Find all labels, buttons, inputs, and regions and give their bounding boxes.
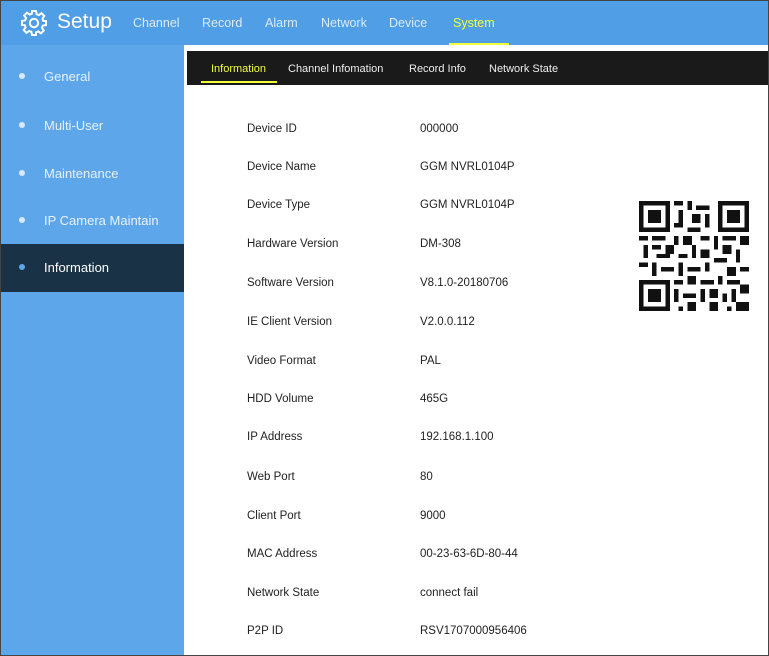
bullet-dot-icon [19,264,25,270]
info-row: Device Name GGM NVRL0104P [247,161,707,181]
info-label: Device Name [247,161,317,173]
info-label: Client Port [247,510,301,522]
info-row: IE Client Version V2.0.0.112 [247,316,707,336]
gear-icon [21,10,47,36]
info-row: Software Version V8.1.0-20180706 [247,277,707,297]
info-value: 000000 [420,123,459,135]
info-value: V2.0.0.112 [420,316,475,328]
sidebar-item-general[interactable]: General [1,53,184,101]
info-value: GGM NVRL0104P [420,161,515,173]
bullet-dot-icon [19,73,25,79]
info-row: MAC Address 00-23-63-6D-80-44 [247,548,707,568]
bullet-dot-icon [19,122,25,128]
tab-information[interactable]: Information [211,63,266,75]
info-label: Device Type [247,199,311,211]
sidebar-item-multi-user[interactable]: Multi-User [1,102,184,150]
info-row: Video Format PAL [247,355,707,375]
info-row: Web Port 80 [247,471,707,491]
info-value: DM-308 [420,238,461,250]
top-menu-bar: Setup Channel Record Alarm Network Devic… [1,1,768,45]
info-row: Device ID 000000 [247,123,707,143]
info-value: RSV1707000956406 [420,625,527,637]
info-value: GGM NVRL0104P [420,199,515,211]
info-value: connect fail [420,587,479,599]
sidebar-item-label: Maintenance [44,166,119,181]
setup-title: Setup [57,10,112,33]
sidebar-item-label: Multi-User [44,118,104,133]
info-row: Hardware Version DM-308 [247,238,707,258]
info-value: 80 [420,471,433,483]
info-value: 00-23-63-6D-80-44 [420,548,518,560]
info-row: Client Port 9000 [247,510,707,530]
nav-device[interactable]: Device [389,16,427,30]
sidebar-item-information[interactable]: Information [1,244,184,292]
tab-active-underline [201,81,277,83]
info-label: Network State [247,587,320,599]
bullet-dot-icon [19,217,25,223]
nav-network[interactable]: Network [321,16,367,30]
sidebar-item-label: Information [44,260,110,275]
nav-record[interactable]: Record [202,16,242,30]
sidebar: General Multi-User Maintenance IP Camera… [1,45,184,655]
bullet-dot-icon [19,170,25,176]
info-label: IE Client Version [247,316,333,328]
info-row: HDD Volume 465G [247,393,707,413]
sidebar-item-label: IP Camera Maintain [44,213,159,228]
info-label: IP Address [247,431,303,443]
info-label: Video Format [247,355,316,367]
nav-channel[interactable]: Channel [133,16,180,30]
info-row: Network State connect fail [247,587,707,607]
tab-channel-information[interactable]: Channel Infomation [288,63,383,75]
nav-active-underline [449,43,509,45]
info-label: Web Port [247,471,295,483]
sidebar-item-maintenance[interactable]: Maintenance [1,150,184,198]
info-value: V8.1.0-20180706 [420,277,509,289]
sidebar-item-ip-camera-maintain[interactable]: IP Camera Maintain [1,197,184,245]
info-label: Device ID [247,123,297,135]
nav-system[interactable]: System [453,16,495,30]
info-value: 465G [420,393,449,405]
info-label: HDD Volume [247,393,314,405]
info-row: P2P ID RSV1707000956406 [247,625,707,645]
nav-alarm[interactable]: Alarm [265,16,298,30]
tab-bar: Information Channel Infomation Record In… [187,51,768,85]
info-row: IP Address 192.168.1.100 [247,431,707,451]
info-label: Software Version [247,277,334,289]
info-row: Device Type GGM NVRL0104P [247,199,707,219]
info-value: PAL [420,355,441,367]
sidebar-item-label: General [44,69,91,84]
info-label: Hardware Version [247,238,339,250]
setup-window: Setup Channel Record Alarm Network Devic… [0,0,769,656]
info-label: P2P ID [247,625,284,637]
info-label: MAC Address [247,548,318,560]
qr-code-icon [639,201,749,311]
tab-network-state[interactable]: Network State [489,63,558,75]
info-value: 9000 [420,510,446,522]
info-value: 192.168.1.100 [420,431,494,443]
tab-record-info[interactable]: Record Info [409,63,466,75]
